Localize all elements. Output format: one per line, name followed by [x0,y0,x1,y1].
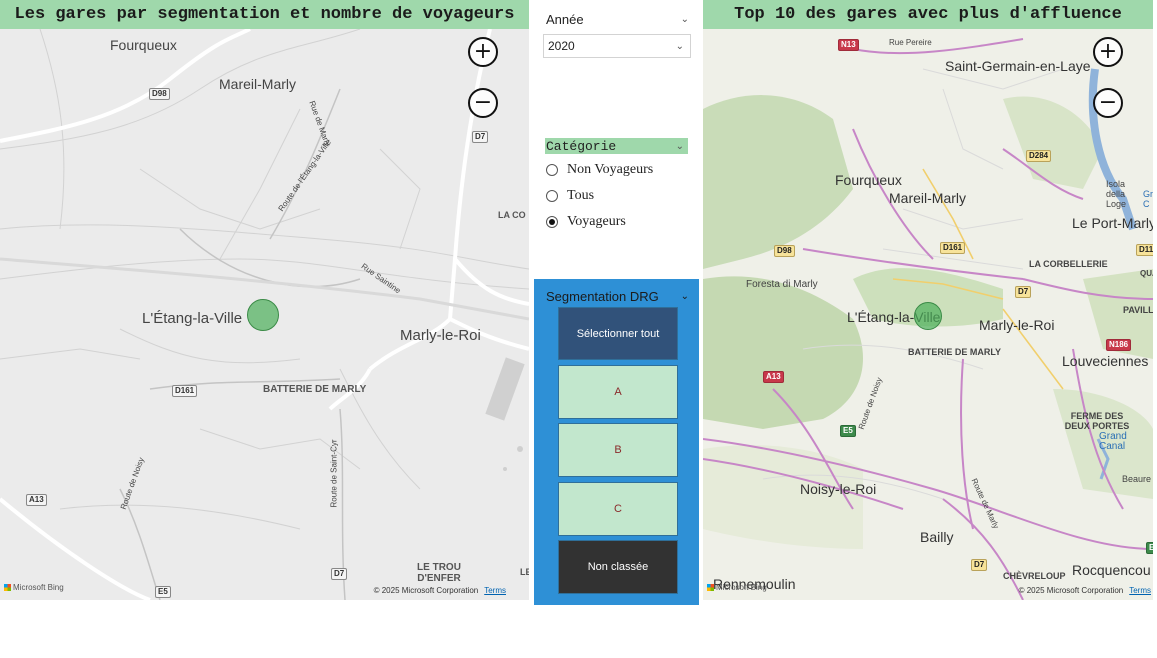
radio-button[interactable] [546,164,558,176]
map-copyright: © 2025 Microsoft Corporation Terms [374,586,506,595]
copyright-text: © 2025 Microsoft Corporation [373,586,479,595]
place-label: Marly-le-Roi [979,317,1055,333]
place-label: Marly-le-Roi [400,327,481,344]
place-label: LE [520,567,529,577]
microsoft-logo-icon [4,584,11,591]
chevron-down-icon[interactable]: ⌄ [681,291,689,302]
place-label: CHÈVRELOUP [1003,571,1066,581]
place-label: Foresta di Marly [746,279,818,290]
segment-c-button[interactable]: C [558,482,678,536]
year-slicer-header[interactable]: Année ⌄ [546,10,689,28]
category-slicer-label: Catégorie [546,138,617,154]
option-label: Voyageurs [567,214,626,229]
attribution-text: Microsoft Bing [716,583,767,592]
zoom-in-icon[interactable]: + [1093,37,1123,67]
road-shield: D7 [472,131,489,143]
place-label: BATTERIE DE MARLY [263,384,367,395]
road-shield: E5 [840,425,856,437]
segmentation-slicer-label: Segmentation DRG [546,288,659,304]
road-shield: E5 [155,586,171,598]
place-label: QUA [1140,269,1153,278]
road-shield: D7 [331,568,348,580]
place-label: BATTERIE DE MARLY [908,347,1002,357]
zoom-out-icon[interactable]: − [468,88,498,118]
radio-button-selected[interactable] [546,216,558,228]
year-dropdown[interactable]: 2020 ⌄ [543,34,691,58]
place-label: Louveciennes [1062,353,1149,369]
bing-logo: Microsoft Bing [4,583,64,592]
zoom-in-icon[interactable]: + [468,37,498,67]
place-label: LA CORBELLERIE [1029,259,1108,269]
road-shield: D7 [971,559,988,571]
non-classee-button[interactable]: Non classée [558,540,678,594]
road-shield: A13 [26,494,47,506]
road-shield: D161 [940,242,966,254]
category-option-tous[interactable]: Tous [546,188,594,204]
place-label: Mareil-Marly [889,190,966,206]
option-label: Tous [567,188,595,203]
right-map-title: Top 10 des gares avec plus d'affluence [703,0,1153,29]
segmentation-slicer-header[interactable]: Segmentation DRG ⌄ [546,287,689,305]
road-shield: D161 [172,385,198,397]
category-option-non-voyageurs[interactable]: Non Voyageurs [546,162,653,178]
place-label: Isola della Loge [1106,179,1127,209]
chevron-down-icon: ⌄ [675,40,684,52]
place-label: Gr C [1143,189,1153,209]
station-bubble[interactable] [914,302,942,330]
road-shield: N186 [1106,339,1132,351]
year-selected-value: 2020 [548,39,575,53]
microsoft-logo-icon [707,584,714,591]
attribution-text: Microsoft Bing [13,583,64,592]
select-all-button[interactable]: Sélectionner tout [558,307,678,360]
street-label: Rue Pereire [889,38,932,47]
road-shield: D98 [149,88,170,100]
option-label: Non Voyageurs [567,162,654,177]
zoom-out-icon[interactable]: − [1093,88,1123,118]
road-shield: D98 [774,245,795,257]
map-copyright: © 2025 Microsoft Corporation Terms [1019,586,1151,595]
terms-link[interactable]: Terms [1129,586,1151,595]
left-map-panel[interactable]: Les gares par segmentation et nombre de … [0,0,529,600]
place-label: Le Port-Marly [1072,215,1153,231]
place-label: LA CO [498,210,526,220]
place-label: Beaure [1122,474,1152,484]
place-label: Grand Canal [1099,431,1127,452]
right-map-panel[interactable]: Top 10 des gares avec plus d'affluence S… [703,0,1153,600]
left-map-title: Les gares par segmentation et nombre de … [0,0,529,29]
road-shield: D284 [1026,150,1052,162]
right-map-canvas[interactable]: Saint-Germain-en-Laye Fourqueux Mareil-M… [703,29,1153,600]
segment-b-button[interactable]: B [558,423,678,477]
category-option-voyageurs[interactable]: Voyageurs [546,214,626,230]
place-label: Saint-Germain-en-Laye [945,58,1091,74]
bing-logo: Microsoft Bing [707,583,767,592]
place-label: Noisy-le-Roi [800,481,877,497]
station-bubble[interactable] [247,299,279,331]
chevron-down-icon[interactable]: ⌄ [681,14,689,25]
road-shield: D7 [1015,286,1032,298]
place-label: Fourqueux [835,172,902,188]
place-label: Mareil-Marly [219,76,296,92]
place-label: Bailly [920,529,954,545]
place-label: Fourqueux [110,37,177,53]
category-slicer-header[interactable]: Catégorie ⌄ [545,138,688,154]
place-label: L'Étang-la-Ville [142,310,243,327]
chevron-down-icon[interactable]: ⌄ [676,141,684,152]
left-map-canvas[interactable]: Fourqueux Mareil-Marly L'Étang-la-Ville … [0,29,529,600]
road-shield: E [1146,542,1153,554]
place-label: PAVILLO [1123,305,1153,315]
place-label: FERME DES DEUX PORTES [1064,411,1130,431]
terms-link[interactable]: Terms [484,586,506,595]
year-slicer-label: Année [546,11,584,27]
place-label: Rocquencou [1072,562,1151,578]
street-label: Route de Saint-Cyr [329,439,339,508]
copyright-text: © 2025 Microsoft Corporation [1018,586,1124,595]
segment-a-button[interactable]: A [558,365,678,419]
road-shield: A13 [763,371,784,383]
road-shield: N13 [838,39,859,51]
place-label: LE TROU D'ENFER [417,562,461,584]
radio-button[interactable] [546,190,558,202]
road-shield: D113 [1136,244,1153,256]
